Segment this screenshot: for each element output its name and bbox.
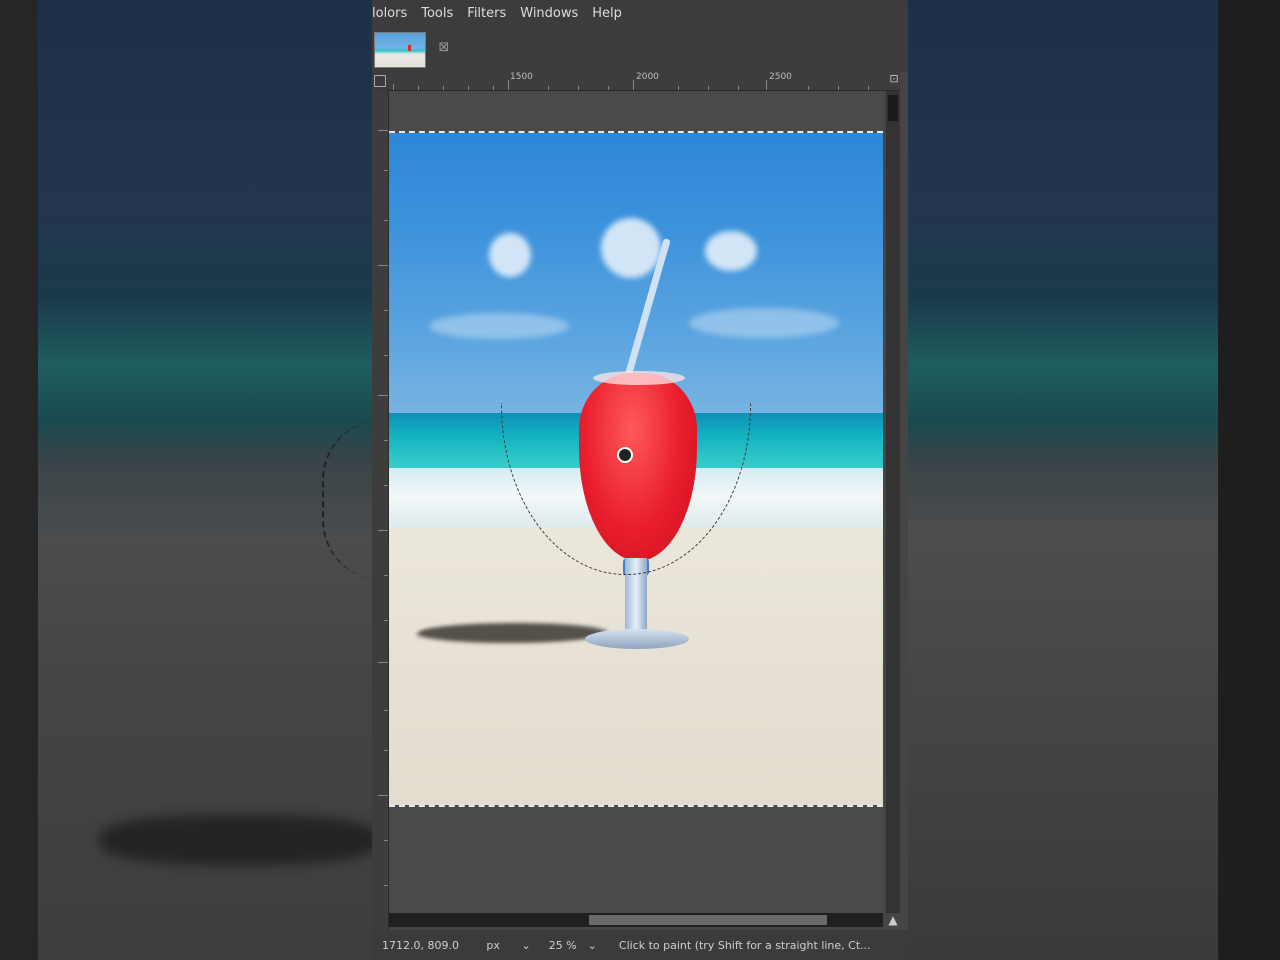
horizontal-scrollbar[interactable] (389, 913, 883, 927)
chevron-down-icon: ⌄ (587, 938, 597, 952)
ruler-label: 2000 (636, 72, 659, 82)
vertical-scrollbar-thumb[interactable] (888, 95, 898, 121)
close-icon[interactable]: ⊠ (436, 40, 452, 56)
ruler-label: 2500 (769, 72, 792, 82)
status-message: Click to paint (try Shift for a straight… (618, 938, 871, 952)
chevron-down-icon: ⌄ (521, 938, 531, 952)
background-right-edge (1218, 0, 1280, 960)
zoom-lock-icon[interactable]: ⊡ (886, 72, 902, 90)
background-shadow (100, 815, 380, 865)
zoom-select[interactable]: 25 % ⌄ (549, 939, 603, 952)
menu-colors[interactable]: lolors (372, 6, 414, 21)
menu-filters[interactable]: Filters (460, 6, 513, 21)
image-tab-thumbnail[interactable] (374, 32, 426, 68)
menu-tools[interactable]: Tools (414, 6, 460, 21)
status-bar: 1712.0, 809.0 px ⌄ 25 % ⌄ Click to paint… (372, 930, 908, 960)
gimp-window: lolors Tools Filters Windows Help ⊠ 1500… (372, 0, 908, 960)
pointer-coordinates: 1712.0, 809.0 (382, 938, 459, 952)
drink-glass-rim (593, 371, 685, 385)
menu-windows[interactable]: Windows (513, 6, 585, 21)
quick-mask-toggle[interactable] (372, 72, 388, 90)
vertical-scrollbar[interactable] (886, 91, 900, 913)
background-right-sand (908, 520, 1218, 960)
image-canvas[interactable] (389, 131, 883, 807)
unit-value: px (486, 938, 500, 952)
brush-cursor-icon (617, 447, 633, 463)
navigate-icon[interactable]: ▲ (886, 913, 900, 927)
horizontal-ruler[interactable]: 1500 2000 2500 (388, 72, 900, 91)
vertical-ruler[interactable] (372, 90, 389, 930)
ruler-label: 1500 (510, 72, 533, 82)
background-left-edge (0, 0, 38, 960)
horizontal-scrollbar-thumb[interactable] (589, 915, 827, 925)
menubar: lolors Tools Filters Windows Help (372, 0, 908, 26)
menu-help[interactable]: Help (585, 6, 629, 21)
glass-foot (585, 629, 689, 649)
unit-select[interactable]: px ⌄ (486, 939, 536, 952)
zoom-value: 25 % (548, 938, 577, 952)
image-tab-bar (372, 26, 908, 72)
